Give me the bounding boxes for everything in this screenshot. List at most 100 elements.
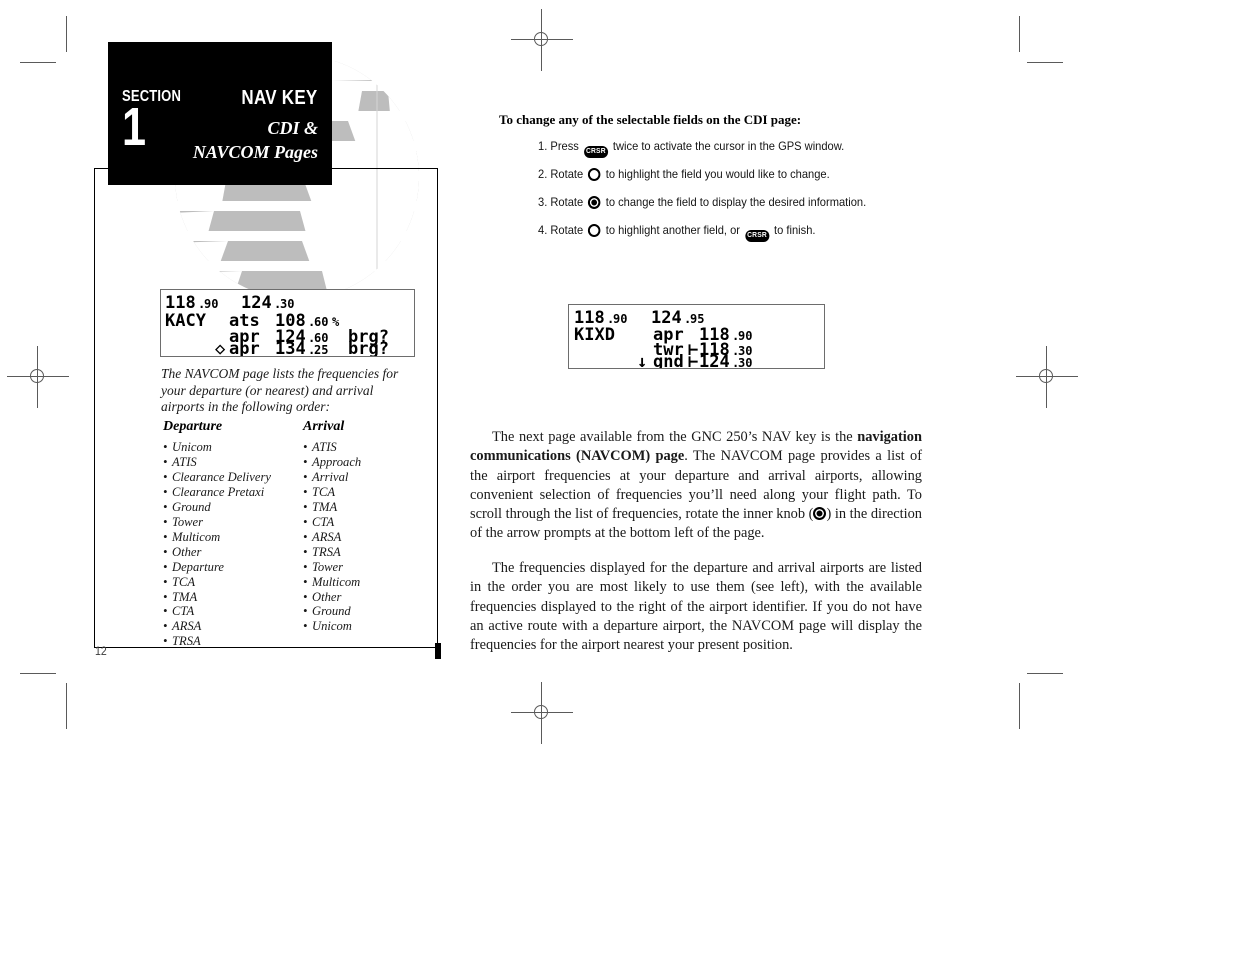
bullet-icon: • <box>163 544 168 559</box>
departure-heading: Departure <box>163 419 223 434</box>
list-item-label: TRSA <box>172 634 201 649</box>
svg-text:30: 30 <box>738 356 752 368</box>
bullet-icon: • <box>303 469 308 484</box>
bullet-icon: • <box>163 634 168 649</box>
step-2-pre: Rotate <box>550 168 584 181</box>
lcd-kacy-text: .bg{font-family:"DejaVu Sans Mono",monos… <box>165 293 389 356</box>
step-4-post2: to finish. <box>774 224 816 237</box>
crop-mark-top-right-h <box>1027 62 1063 63</box>
crop-mark-top-left-v <box>66 16 67 52</box>
svg-text:25: 25 <box>314 343 328 356</box>
list-item: • Tower <box>163 515 271 530</box>
bullet-icon: • <box>303 619 308 634</box>
list-item-label: Unicom <box>312 619 352 634</box>
step-4-number: 4. <box>538 224 548 237</box>
lcd-screen-kixd: .bg2{font-family:"DejaVu Sans Mono",mono… <box>568 304 825 369</box>
crsr-button-icon[interactable]: CRSR <box>745 230 770 242</box>
section-subtitle-line1: CDI & <box>267 118 318 138</box>
outer-knob-icon[interactable] <box>588 224 601 237</box>
registration-mark-bottom <box>511 682 573 744</box>
step-4-post: to highlight another field, or <box>605 224 741 237</box>
bullet-icon: • <box>163 440 168 454</box>
bullet-icon: • <box>303 574 308 589</box>
step-1-pre: Press <box>550 140 579 153</box>
step-1-number: 1. <box>538 140 548 153</box>
list-item: • Departure <box>163 560 271 575</box>
svg-text:90: 90 <box>204 297 218 311</box>
list-item-label: ARSA <box>172 619 202 634</box>
list-item-label: CTA <box>172 604 195 619</box>
bullet-icon: • <box>163 499 168 514</box>
bullet-icon: • <box>303 514 308 529</box>
departure-list: • Unicom • ATIS • Clearance Delivery • Clearanc… <box>163 440 271 649</box>
list-item: • ATIS <box>163 455 271 470</box>
crop-mark-top-left-h <box>20 62 56 63</box>
list-item: • Approach <box>303 455 361 470</box>
step-3-pre: Rotate <box>550 196 584 209</box>
list-item-label: Clearance Delivery <box>172 469 271 484</box>
procedure-step-1: 1. Press CRSR twice to activate the curs… <box>538 140 844 158</box>
list-item: • Unicom <box>303 619 361 634</box>
crop-mark-top-right-v <box>1019 16 1020 52</box>
list-item: • CTA <box>163 604 271 619</box>
list-item: • Other <box>303 590 361 605</box>
list-item-label: CTA <box>312 514 335 529</box>
list-item-label: TMA <box>312 499 338 514</box>
list-item-label: Other <box>172 544 202 559</box>
list-item: • Clearance Pretaxi <box>163 485 271 500</box>
outer-knob-icon[interactable] <box>588 168 601 181</box>
list-item: • TMA <box>163 590 271 605</box>
list-item: • Other <box>163 545 271 560</box>
step-2-number: 2. <box>538 168 548 181</box>
list-item-label: Unicom <box>172 440 212 454</box>
bullet-icon: • <box>163 604 168 619</box>
list-item-label: ATIS <box>172 454 197 469</box>
bullet-icon: • <box>163 484 168 499</box>
list-item-label: ATIS <box>312 440 337 454</box>
svg-text:134: 134 <box>275 339 306 356</box>
crop-mark-bottom-right-v <box>1019 683 1020 729</box>
procedure-step-2: 2. Rotate to highlight the field you wou… <box>538 168 830 181</box>
list-item-label: Departure <box>172 559 224 574</box>
list-item: • TRSA <box>163 634 271 649</box>
svg-text:60: 60 <box>314 315 328 329</box>
lcd-kixd-text: .bg2{font-family:"DejaVu Sans Mono",mono… <box>574 308 752 368</box>
list-item-label: Tower <box>312 559 344 574</box>
section-header: SECTION 1 NAV KEY CDI & NAVCOM Pages <box>108 42 332 185</box>
bullet-icon: • <box>163 619 168 634</box>
svg-text:30: 30 <box>280 297 294 311</box>
svg-text:118: 118 <box>165 293 196 313</box>
bullet-icon: • <box>163 559 168 574</box>
crsr-button-icon[interactable]: CRSR <box>583 146 608 158</box>
crop-mark-bottom-left-h <box>20 673 56 674</box>
registration-mark-left <box>7 346 69 408</box>
inner-knob-icon[interactable] <box>588 196 601 209</box>
bullet-icon: • <box>303 440 308 454</box>
sidebar-frame-top-right <box>332 168 438 169</box>
bullet-icon: • <box>303 499 308 514</box>
procedure-heading: To change any of the selectable fields o… <box>499 112 802 127</box>
bullet-icon: • <box>163 454 168 469</box>
para1-part-a: The next page available from the GNC 250… <box>492 429 858 445</box>
bullet-icon: • <box>303 559 308 574</box>
bullet-icon: • <box>163 529 168 544</box>
list-item-label: Arrival <box>312 469 349 484</box>
list-item: • Multicom <box>163 530 271 545</box>
step-3-post: to change the field to display the desir… <box>605 196 867 209</box>
list-item-label: Other <box>312 589 342 604</box>
list-item: • CTA <box>303 515 361 530</box>
list-item: • TCA <box>303 485 361 500</box>
section-number: 1 <box>122 97 147 157</box>
crop-mark-bottom-left-v <box>66 683 67 729</box>
step-3-number: 3. <box>538 196 548 209</box>
list-item-label: Tower <box>172 514 204 529</box>
svg-text:95: 95 <box>690 312 704 326</box>
registration-mark-top <box>511 9 573 71</box>
list-item: • Unicom <box>163 440 271 455</box>
svg-text:apr: apr <box>229 339 260 356</box>
arrival-list: • ATIS • Approach • Arrival • TCA • TMA • CTA • ARSA •… <box>303 440 361 634</box>
navcom-caption: The NAVCOM page lists the frequencies fo… <box>161 366 399 415</box>
list-item: • Tower <box>303 560 361 575</box>
list-item-label: Clearance Pretaxi <box>172 484 265 499</box>
lcd-screen-kacy: .bg{font-family:"DejaVu Sans Mono",monos… <box>160 289 415 357</box>
